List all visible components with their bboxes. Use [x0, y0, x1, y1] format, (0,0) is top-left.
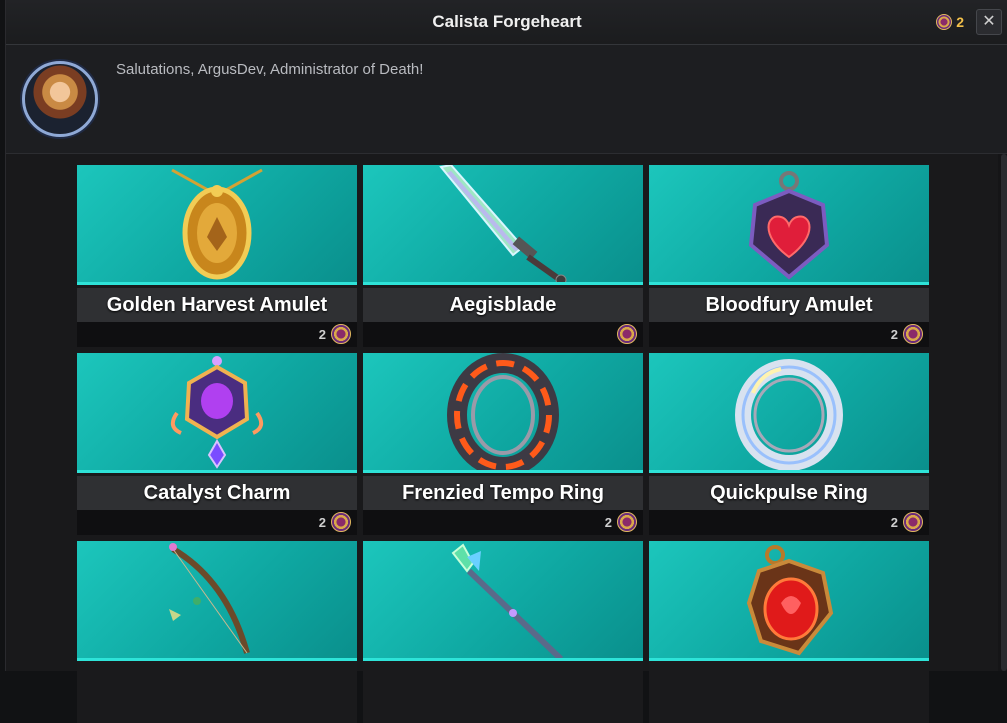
- item-price: 2: [891, 324, 923, 344]
- title-bar: Calista Forgeheart 2 ✕: [6, 0, 1007, 45]
- currency-coin-icon: [331, 512, 351, 532]
- currency-coin-icon: [903, 512, 923, 532]
- vendor-window: Calista Forgeheart 2 ✕ Salutations, Argu…: [5, 0, 1007, 723]
- item-name: Bloodfury Amulet: [705, 293, 873, 316]
- price-value: 2: [890, 326, 898, 342]
- lava-ring-icon: [447, 353, 559, 473]
- scroll-thumb[interactable]: [1001, 154, 1007, 671]
- close-button[interactable]: ✕: [976, 9, 1002, 35]
- currency-display: 2: [936, 14, 964, 30]
- item-card[interactable]: Golden Harvest Amulet 2: [77, 165, 357, 347]
- item-art: [363, 165, 643, 285]
- item-art: [77, 541, 357, 661]
- sword-icon: [439, 165, 567, 285]
- item-grid: Golden Harvest Amulet 2 Aegisblade Blood…: [6, 154, 1007, 723]
- item-card[interactable]: Frenzied Tempo Ring 2: [363, 353, 643, 535]
- price-value: 2: [318, 514, 326, 530]
- heart-amulet-icon: [748, 171, 830, 280]
- window-title: Calista Forgeheart: [432, 12, 582, 31]
- crystal-staff-icon: [451, 543, 564, 661]
- item-art: [363, 353, 643, 473]
- currency-coin-icon: [331, 324, 351, 344]
- golden-amulet-icon: [171, 168, 263, 280]
- item-footer: 2: [649, 322, 929, 347]
- item-card[interactable]: [363, 541, 643, 723]
- item-footer: 2: [649, 510, 929, 535]
- currency-value: 2: [956, 14, 964, 30]
- item-art: [649, 165, 929, 285]
- item-name-bar: Quickpulse Ring: [649, 476, 929, 510]
- item-card[interactable]: [649, 541, 929, 723]
- item-name-bar: Golden Harvest Amulet: [77, 288, 357, 322]
- item-footer: 2: [77, 510, 357, 535]
- item-footer: [363, 322, 643, 347]
- npc-header: Salutations, ArgusDev, Administrator of …: [6, 45, 1007, 154]
- item-card[interactable]: Aegisblade: [363, 165, 643, 347]
- scrollbar[interactable]: [998, 154, 1007, 671]
- currency-coin-icon: [617, 324, 637, 344]
- currency-coin-icon: [617, 512, 637, 532]
- price-value: 2: [890, 514, 898, 530]
- item-name-bar: Bloodfury Amulet: [649, 288, 929, 322]
- price-value: 2: [604, 514, 612, 530]
- item-name: Aegisblade: [449, 293, 557, 316]
- item-footer: 2: [77, 322, 357, 347]
- item-name-bar: Catalyst Charm: [77, 476, 357, 510]
- silver-ring-icon: [735, 359, 843, 471]
- item-art: [77, 165, 357, 285]
- currency-coin-icon: [936, 14, 953, 30]
- price-value: 2: [318, 326, 326, 342]
- item-art: [363, 541, 643, 661]
- purple-charm-icon: [170, 356, 264, 469]
- item-price: [612, 324, 637, 344]
- currency-coin-icon: [903, 324, 923, 344]
- item-price: 2: [319, 512, 351, 532]
- item-card[interactable]: Quickpulse Ring 2: [649, 353, 929, 535]
- item-footer: 2: [363, 510, 643, 535]
- item-art: [77, 353, 357, 473]
- item-name: Golden Harvest Amulet: [106, 293, 328, 316]
- red-gem-amulet-icon: [746, 545, 834, 656]
- item-art: [649, 353, 929, 473]
- item-price: 2: [319, 324, 351, 344]
- item-name-bar: Frenzied Tempo Ring: [363, 476, 643, 510]
- npc-greeting: Salutations, ArgusDev, Administrator of …: [116, 61, 424, 78]
- npc-avatar: [22, 61, 98, 137]
- item-name: Frenzied Tempo Ring: [402, 481, 604, 504]
- item-name: Catalyst Charm: [143, 481, 291, 504]
- item-card[interactable]: Catalyst Charm 2: [77, 353, 357, 535]
- item-card[interactable]: [77, 541, 357, 723]
- item-card[interactable]: Bloodfury Amulet 2: [649, 165, 929, 347]
- item-price: 2: [605, 512, 637, 532]
- item-name-bar: Aegisblade: [363, 288, 643, 322]
- bow-icon: [169, 543, 250, 654]
- item-art: [649, 541, 929, 661]
- item-name: Quickpulse Ring: [710, 481, 868, 504]
- item-price: 2: [891, 512, 923, 532]
